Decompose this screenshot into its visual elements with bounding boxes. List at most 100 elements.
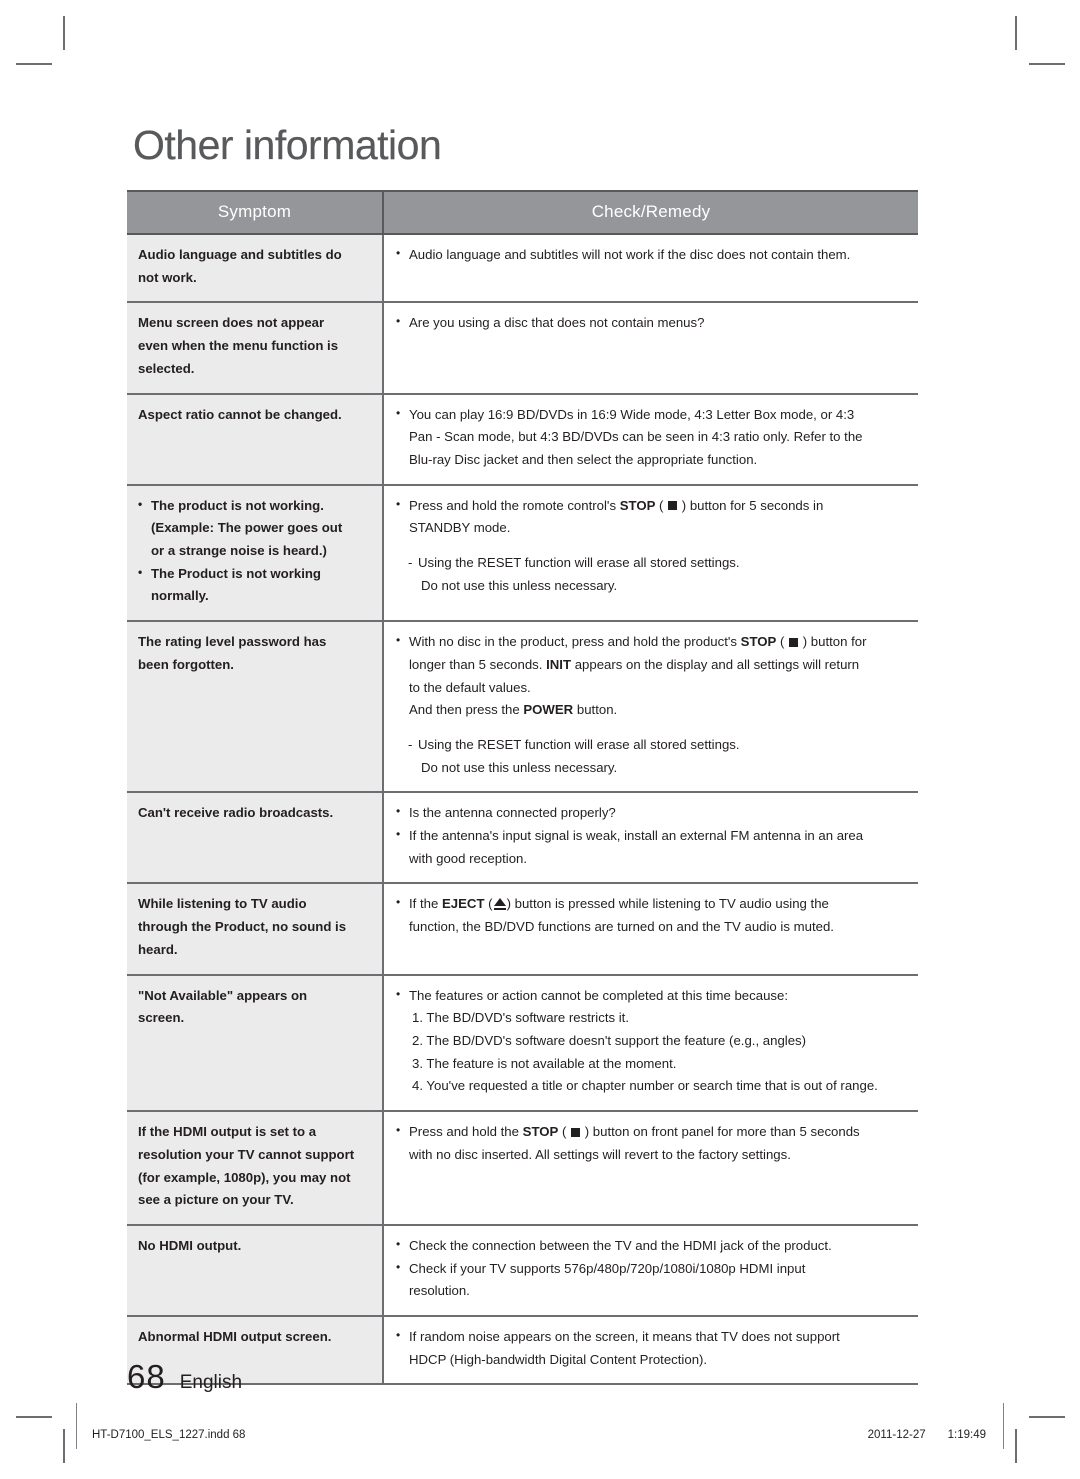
stop-keyword: STOP [522,1124,559,1140]
stop-square-icon [571,1127,581,1137]
column-header-remedy: Check/Remedy [383,190,918,235]
remedy-note-line: Do not use this unless necessary. [421,577,618,593]
symptom-line: While listening to TV audio [138,896,307,912]
remedy-text: Press and hold the [409,1124,519,1140]
page-footer: 68 English [127,1358,242,1396]
symptom-line: Menu screen does not appear [138,315,325,331]
table-row: Can't receive radio broadcasts. Is the a… [127,792,918,885]
symptom-line: The rating level password has [138,634,327,650]
print-rule-right [1003,1403,1004,1449]
source-file-info: HT-D7100_ELS_1227.indd 68 [92,1429,246,1441]
table-row: Aspect ratio cannot be changed. You can … [127,393,918,486]
symptom-line: "Not Available" appears on [138,987,308,1003]
symptom-line: selected. [138,360,195,376]
table-row: Audio language and subtitles do not work… [127,234,918,304]
symptom-line: even when the menu function is [138,338,339,354]
remedy-bullet: If random noise appears on the screen, i… [396,1325,908,1349]
symptom-line: resolution your TV cannot support [138,1146,355,1162]
remedy-line: Pan - Scan mode, but 4:3 BD/DVDs can be … [409,429,863,445]
remedy-bullet: Audio language and subtitles will not wo… [396,243,908,267]
remedy-bullet: The features or action cannot be complet… [396,984,908,1008]
symptom-bullet: The Product is not working [138,562,374,586]
crop-mark-top-right-vertical [1015,16,1017,50]
remedy-note-line: Do not use this unless necessary. [421,759,618,775]
troubleshooting-table: Symptom Check/Remedy Audio language and … [127,190,918,1386]
table-row: The product is not working. (Example: Th… [127,484,918,623]
remedy-text: If the [409,896,439,912]
table-row: If the HDMI output is set to a resolutio… [127,1111,918,1226]
symptom-cell: The rating level password has been forgo… [127,621,384,794]
stop-keyword: STOP [740,634,777,650]
remedy-text: With no disc in the product, press and h… [409,634,737,650]
print-info-bar: HT-D7100_ELS_1227.indd 68 2011-12-27 1:19… [76,1403,1004,1453]
remedy-cell: Check the connection between the TV and … [383,1224,918,1318]
remedy-bullet: Is the antenna connected properly? [396,801,908,825]
symptom-line: Aspect ratio cannot be changed. [138,406,342,422]
print-date: 2011-12-27 [867,1429,926,1441]
remedy-bullet: If the EJECT () button is pressed while … [396,892,908,916]
symptom-cell: Audio language and subtitles do not work… [127,234,384,304]
remedy-cell: If the EJECT () button is pressed while … [383,883,918,976]
table-header: Symptom Check/Remedy [127,190,918,235]
crop-mark-bottom-left-vertical [63,1429,65,1463]
symptom-line: through the Product, no sound is [138,919,347,935]
symptom-cell: Menu screen does not appear even when th… [127,302,384,395]
symptom-line: Audio language and subtitles do [138,247,342,262]
remedy-bullet: Are you using a disc that does not conta… [396,311,908,335]
remedy-text: longer than 5 seconds. [409,656,543,672]
crop-mark-top-right-horizontal [1029,63,1065,65]
symptom-cell: While listening to TV audio through the … [127,883,384,976]
init-keyword: INIT [546,656,572,672]
table-body: Audio language and subtitles do not work… [127,234,918,1386]
remedy-cell: If random noise appears on the screen, i… [383,1316,918,1386]
symptom-line: (for example, 1080p), you may not [138,1169,351,1185]
symptom-line: Can't receive radio broadcasts. [138,805,334,821]
remedy-numbered-item: 1. The BD/DVD's software restricts it. [412,1010,629,1026]
eject-keyword: EJECT [442,896,485,912]
crop-mark-bottom-left-horizontal [16,1416,52,1418]
table-row: No HDMI output. Check the connection bet… [127,1224,918,1318]
symptom-line: normally. [151,588,209,604]
remedy-line: function, the BD/DVD functions are turne… [409,919,834,935]
remedy-line: And then press the POWER button. [396,699,908,722]
symptom-line: or a strange noise is heard.) [151,543,327,559]
manual-page: Other information Symptom Check/Remedy A… [0,0,1080,1479]
symptom-line: heard. [138,941,178,957]
remedy-text: ) button on front panel for more than 5 … [584,1124,860,1140]
page-title: Other information [133,122,442,168]
symptom-line: not work. [138,269,197,285]
crop-mark-top-left-vertical [63,16,65,50]
symptom-cell: Can't receive radio broadcasts. [127,792,384,885]
stop-square-icon [789,637,799,647]
eject-triangle-icon [493,898,506,911]
remedy-note: Using the RESET function will erase all … [396,552,908,575]
symptom-cell: The product is not working. (Example: Th… [127,484,384,623]
remedy-numbered-item: 2. The BD/DVD's software doesn't support… [412,1032,807,1048]
table-row: The rating level password has been forgo… [127,621,918,794]
remedy-line: longer than 5 seconds. INIT appears on t… [396,654,908,677]
remedy-line: resolution. [409,1283,470,1299]
table-row: Abnormal HDMI output screen. If random n… [127,1316,918,1386]
remedy-bullet: If the antenna's input signal is weak, i… [396,824,908,848]
symptom-cell: If the HDMI output is set to a resolutio… [127,1111,384,1226]
symptom-cell: Aspect ratio cannot be changed. [127,393,384,486]
remedy-cell: You can play 16:9 BD/DVDs in 16:9 Wide m… [383,393,918,486]
remedy-text: ) button for [802,634,867,650]
remedy-line: with good reception. [409,850,528,866]
remedy-line: with no disc inserted. All settings will… [409,1146,791,1162]
remedy-bullet: With no disc in the product, press and h… [396,630,908,654]
page-number: 68 [127,1358,166,1395]
page-language: English [179,1372,243,1393]
remedy-text: ) button for 5 seconds in [681,497,824,513]
remedy-text: Press and hold the romote control's [409,497,617,513]
remedy-text: appears on the display and all settings … [574,656,860,672]
remedy-cell: Press and hold the STOP ( ) button on fr… [383,1111,918,1226]
symptom-cell: "Not Available" appears on screen. [127,974,384,1113]
remedy-line: HDCP (High-bandwidth Digital Content Pro… [409,1351,708,1367]
remedy-cell: The features or action cannot be complet… [383,974,918,1113]
symptom-line: screen. [138,1010,185,1026]
remedy-line: STANDBY mode. [409,520,511,536]
remedy-cell: Is the antenna connected properly? If th… [383,792,918,885]
remedy-cell: Press and hold the romote control's STOP… [383,484,918,623]
symptom-bullet: The product is not working. [138,494,374,518]
